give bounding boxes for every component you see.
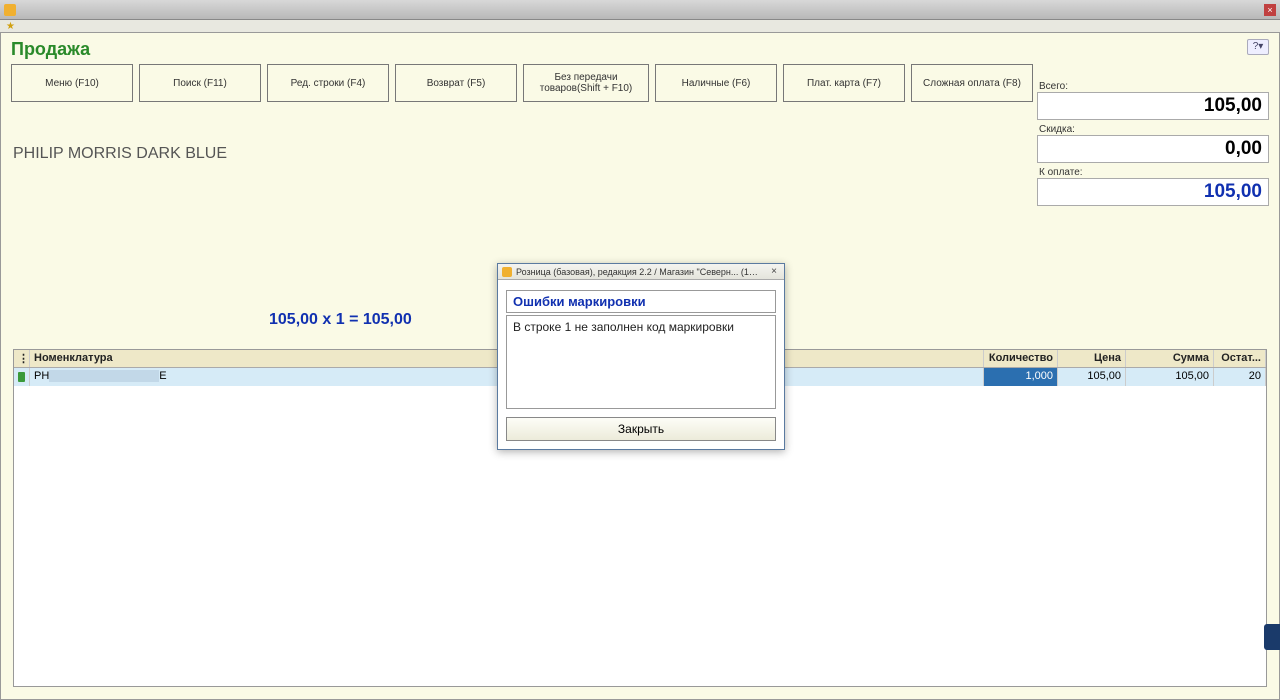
col-qty-header[interactable]: Количество xyxy=(984,350,1058,367)
window-close-button[interactable]: × xyxy=(1264,4,1276,16)
dialog-titlebar[interactable]: Розница (базовая), редакция 2.2 / Магази… xyxy=(498,264,784,280)
header-row: Продажа ?▾ xyxy=(1,33,1279,60)
titlebar-left xyxy=(4,4,16,16)
search-button[interactable]: Поиск (F11) xyxy=(139,64,261,102)
row-sum-cell: 105,00 xyxy=(1126,368,1214,386)
dialog-window-title: Розница (базовая), редакция 2.2 / Магази… xyxy=(516,267,764,277)
total-value: 105,00 xyxy=(1037,92,1269,120)
redacted-segment xyxy=(49,370,159,382)
no-transfer-button[interactable]: Без передачи товаров(Shift + F10) xyxy=(523,64,649,102)
row-name-prefix: PH xyxy=(34,370,49,382)
row-rest-cell: 20 xyxy=(1214,368,1266,386)
error-dialog: Розница (базовая), редакция 2.2 / Магази… xyxy=(497,263,785,450)
edit-row-button[interactable]: Ред. строки (F4) xyxy=(267,64,389,102)
dialog-heading: Ошибки маркировки xyxy=(506,290,776,313)
due-label: К оплате: xyxy=(1037,167,1269,178)
total-label: Всего: xyxy=(1037,81,1269,92)
side-tab-handle[interactable] xyxy=(1264,624,1280,650)
favorite-star-icon[interactable]: ★ xyxy=(6,21,15,32)
dialog-close-icon[interactable]: × xyxy=(768,266,780,278)
help-button[interactable]: ?▾ xyxy=(1247,39,1269,55)
row-name-suffix: E xyxy=(159,370,166,382)
row-status-icon xyxy=(18,372,25,382)
discount-block: Скидка: 0,00 xyxy=(1037,124,1269,163)
complex-pay-button[interactable]: Сложная оплата (F8) xyxy=(911,64,1033,102)
dialog-body: Ошибки маркировки В строке 1 не заполнен… xyxy=(498,280,784,449)
row-status-cell xyxy=(14,368,30,386)
dropdown-chevron-icon: ▾ xyxy=(1258,41,1263,52)
col-price-header[interactable]: Цена xyxy=(1058,350,1126,367)
app-icon xyxy=(4,4,16,16)
menu-button[interactable]: Меню (F10) xyxy=(11,64,133,102)
dialog-message: В строке 1 не заполнен код маркировки xyxy=(506,315,776,409)
app-frame: × ★ Продажа ?▾ Меню (F10) Поиск (F11) Ре… xyxy=(0,0,1280,700)
row-qty-cell[interactable]: 1,000 xyxy=(984,368,1058,386)
discount-label: Скидка: xyxy=(1037,124,1269,135)
page-title: Продажа xyxy=(11,39,90,60)
card-button[interactable]: Плат. карта (F7) xyxy=(783,64,905,102)
dialog-app-icon xyxy=(502,267,512,277)
window-titlebar: × xyxy=(0,0,1280,20)
dialog-close-button[interactable]: Закрыть xyxy=(506,417,776,441)
current-product-name: PHILIP MORRIS DARK BLUE xyxy=(13,145,227,163)
row-price-cell: 105,00 xyxy=(1058,368,1126,386)
due-value: 105,00 xyxy=(1037,178,1269,206)
cash-button[interactable]: Наличные (F6) xyxy=(655,64,777,102)
return-button[interactable]: Возврат (F5) xyxy=(395,64,517,102)
content-area: Продажа ?▾ Меню (F10) Поиск (F11) Ред. с… xyxy=(0,32,1280,700)
total-block: Всего: 105,00 xyxy=(1037,81,1269,120)
due-block: К оплате: 105,00 xyxy=(1037,167,1269,206)
col-rest-header[interactable]: Остат... xyxy=(1214,350,1266,367)
grid-handle-header: ⋮⋮ xyxy=(14,350,30,367)
discount-value: 0,00 xyxy=(1037,135,1269,163)
totals-panel: Всего: 105,00 Скидка: 0,00 К оплате: 105… xyxy=(1037,81,1269,206)
calculation-line: 105,00 x 1 = 105,00 xyxy=(269,311,412,329)
tab-bar: ★ xyxy=(0,20,1280,32)
col-sum-header[interactable]: Сумма xyxy=(1126,350,1214,367)
